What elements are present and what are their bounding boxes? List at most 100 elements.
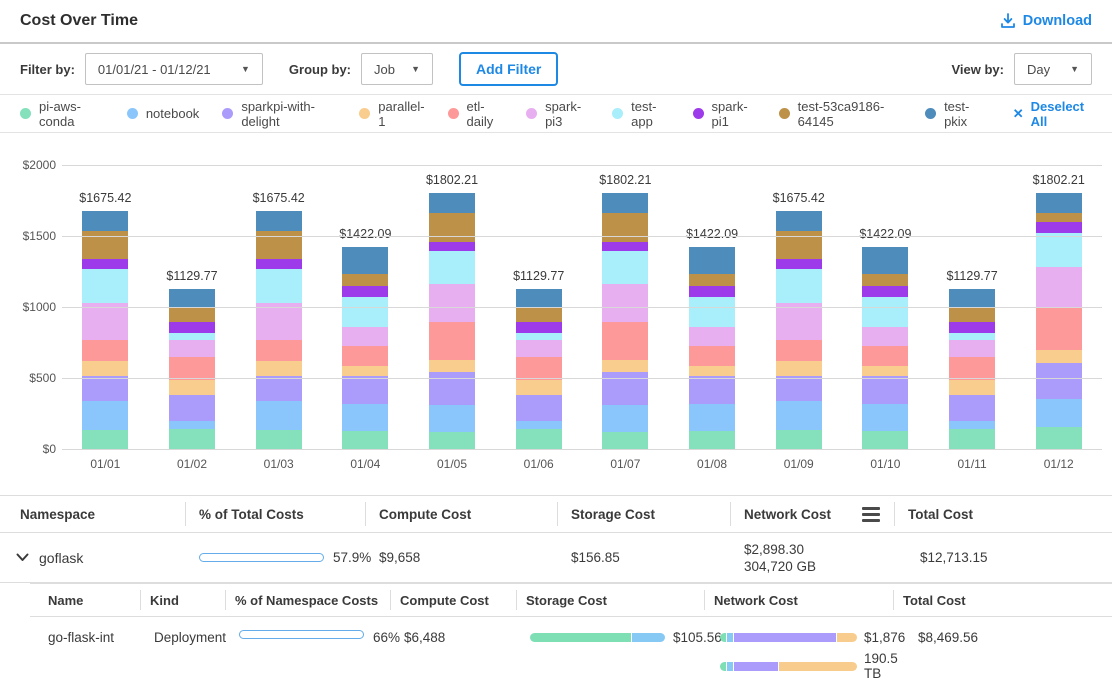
bar-segment-test-pkix[interactable] <box>342 247 388 274</box>
bar-segment-spark-pi3[interactable] <box>169 340 215 357</box>
bar-segment-test-app[interactable] <box>342 297 388 328</box>
bar-segment-parallel-1[interactable] <box>256 361 302 376</box>
bar-segment-sparkpi-with-delight[interactable] <box>949 395 995 421</box>
bar-segment-notebook[interactable] <box>776 401 822 430</box>
bar-segment-parallel-1[interactable] <box>776 361 822 376</box>
bar-segment-etl-daily[interactable] <box>862 346 908 365</box>
bar-segment-notebook[interactable] <box>689 404 735 432</box>
bar-segment-pi-aws-conda[interactable] <box>689 431 735 449</box>
bar-segment-spark-pi1[interactable] <box>1036 222 1082 233</box>
table-row-goflask[interactable]: goflask 57.9% $9,658 $156.85 $2,898.30 3… <box>0 533 1112 583</box>
bar-segment-sparkpi-with-delight[interactable] <box>342 376 388 404</box>
bar-segment-test-app[interactable] <box>256 269 302 302</box>
bar-segment-spark-pi1[interactable] <box>862 286 908 296</box>
bar-segment-spark-pi1[interactable] <box>342 286 388 296</box>
bar-segment-etl-daily[interactable] <box>342 346 388 365</box>
legend-item-test-53ca9186-64145[interactable]: test-53ca9186-64145 <box>779 99 902 129</box>
legend-item-notebook[interactable]: notebook <box>127 106 200 121</box>
bar-segment-pi-aws-conda[interactable] <box>949 429 995 449</box>
deselect-all-button[interactable]: ✕Deselect All <box>1013 99 1092 129</box>
bar-segment-parallel-1[interactable] <box>169 380 215 395</box>
bar-segment-notebook[interactable] <box>602 405 648 432</box>
bar-segment-test-app[interactable] <box>169 333 215 341</box>
legend-item-sparkpi-with-delight[interactable]: sparkpi-with-delight <box>222 99 336 129</box>
bar-segment-test-pkix[interactable] <box>169 289 215 307</box>
bar-segment-sparkpi-with-delight[interactable] <box>429 372 475 405</box>
bar-segment-test-pkix[interactable] <box>602 193 648 212</box>
bar-segment-test-53ca9186-64145[interactable] <box>949 307 995 322</box>
bar-segment-notebook[interactable] <box>429 405 475 432</box>
bar-segment-etl-daily[interactable] <box>169 357 215 380</box>
bar-segment-parallel-1[interactable] <box>342 366 388 376</box>
bar-segment-sparkpi-with-delight[interactable] <box>1036 363 1082 399</box>
bar-segment-test-pkix[interactable] <box>516 289 562 307</box>
legend-item-spark-pi1[interactable]: spark-pi1 <box>693 99 756 129</box>
bar-segment-test-pkix[interactable] <box>429 193 475 212</box>
bar-segment-spark-pi3[interactable] <box>689 327 735 346</box>
table-row-go-flask-int[interactable]: go-flask-int Deployment 66% $6,488 $105.… <box>30 617 1112 673</box>
bar-segment-pi-aws-conda[interactable] <box>602 432 648 449</box>
stacked-bar-01/08[interactable] <box>689 247 735 449</box>
bar-segment-parallel-1[interactable] <box>949 380 995 395</box>
stacked-bar-01/11[interactable] <box>949 289 995 449</box>
bar-segment-parallel-1[interactable] <box>862 366 908 376</box>
stacked-bar-01/05[interactable] <box>429 193 475 449</box>
bar-segment-spark-pi1[interactable] <box>949 322 995 333</box>
bar-segment-test-53ca9186-64145[interactable] <box>602 213 648 242</box>
legend-item-etl-daily[interactable]: etl-daily <box>448 99 504 129</box>
bar-segment-sparkpi-with-delight[interactable] <box>169 395 215 421</box>
bar-segment-etl-daily[interactable] <box>429 322 475 360</box>
bar-segment-etl-daily[interactable] <box>516 357 562 380</box>
bar-segment-notebook[interactable] <box>862 404 908 432</box>
bar-segment-test-app[interactable] <box>429 251 475 284</box>
bar-segment-pi-aws-conda[interactable] <box>169 429 215 449</box>
bar-segment-parallel-1[interactable] <box>689 366 735 376</box>
bar-segment-sparkpi-with-delight[interactable] <box>862 376 908 404</box>
legend-item-test-pkix[interactable]: test-pkix <box>925 99 984 129</box>
bar-segment-test-pkix[interactable] <box>1036 193 1082 213</box>
bar-segment-pi-aws-conda[interactable] <box>342 431 388 449</box>
group-by-select[interactable]: Job ▼ <box>361 53 433 85</box>
bar-segment-spark-pi3[interactable] <box>516 340 562 357</box>
bar-segment-spark-pi3[interactable] <box>429 284 475 322</box>
date-range-select[interactable]: 01/01/21 - 01/12/21 ▼ <box>85 53 263 85</box>
stacked-bar-01/06[interactable] <box>516 289 562 449</box>
bar-segment-test-pkix[interactable] <box>689 247 735 274</box>
bar-segment-etl-daily[interactable] <box>949 357 995 380</box>
bar-segment-sparkpi-with-delight[interactable] <box>82 376 128 401</box>
bar-segment-test-pkix[interactable] <box>256 211 302 231</box>
bar-segment-notebook[interactable] <box>516 421 562 429</box>
bar-segment-test-53ca9186-64145[interactable] <box>1036 213 1082 222</box>
legend-item-test-app[interactable]: test-app <box>612 99 669 129</box>
stacked-bar-01/07[interactable] <box>602 193 648 449</box>
bar-segment-test-53ca9186-64145[interactable] <box>689 274 735 286</box>
bar-segment-spark-pi1[interactable] <box>516 322 562 333</box>
bar-segment-parallel-1[interactable] <box>1036 350 1082 363</box>
bar-segment-test-pkix[interactable] <box>862 247 908 274</box>
bar-segment-notebook[interactable] <box>342 404 388 432</box>
bar-segment-notebook[interactable] <box>949 421 995 429</box>
chevron-down-icon[interactable] <box>16 553 29 562</box>
bar-segment-notebook[interactable] <box>256 401 302 430</box>
bar-segment-spark-pi3[interactable] <box>342 327 388 346</box>
bar-segment-test-app[interactable] <box>689 297 735 328</box>
bar-segment-etl-daily[interactable] <box>256 340 302 361</box>
bar-segment-test-app[interactable] <box>82 269 128 302</box>
bar-segment-spark-pi1[interactable] <box>689 286 735 296</box>
bar-segment-etl-daily[interactable] <box>82 340 128 361</box>
bar-segment-test-53ca9186-64145[interactable] <box>516 307 562 322</box>
stacked-bar-01/10[interactable] <box>862 247 908 449</box>
bar-segment-test-app[interactable] <box>602 251 648 284</box>
bar-segment-parallel-1[interactable] <box>516 380 562 395</box>
bar-segment-sparkpi-with-delight[interactable] <box>516 395 562 421</box>
bar-segment-notebook[interactable] <box>1036 399 1082 428</box>
bar-segment-test-pkix[interactable] <box>776 211 822 231</box>
bar-segment-test-53ca9186-64145[interactable] <box>169 307 215 322</box>
bar-segment-spark-pi3[interactable] <box>1036 267 1082 308</box>
bar-segment-sparkpi-with-delight[interactable] <box>602 372 648 405</box>
bar-segment-spark-pi1[interactable] <box>256 259 302 269</box>
bar-segment-pi-aws-conda[interactable] <box>862 431 908 449</box>
bar-segment-notebook[interactable] <box>82 401 128 430</box>
bar-segment-notebook[interactable] <box>169 421 215 429</box>
bar-segment-parallel-1[interactable] <box>602 360 648 372</box>
